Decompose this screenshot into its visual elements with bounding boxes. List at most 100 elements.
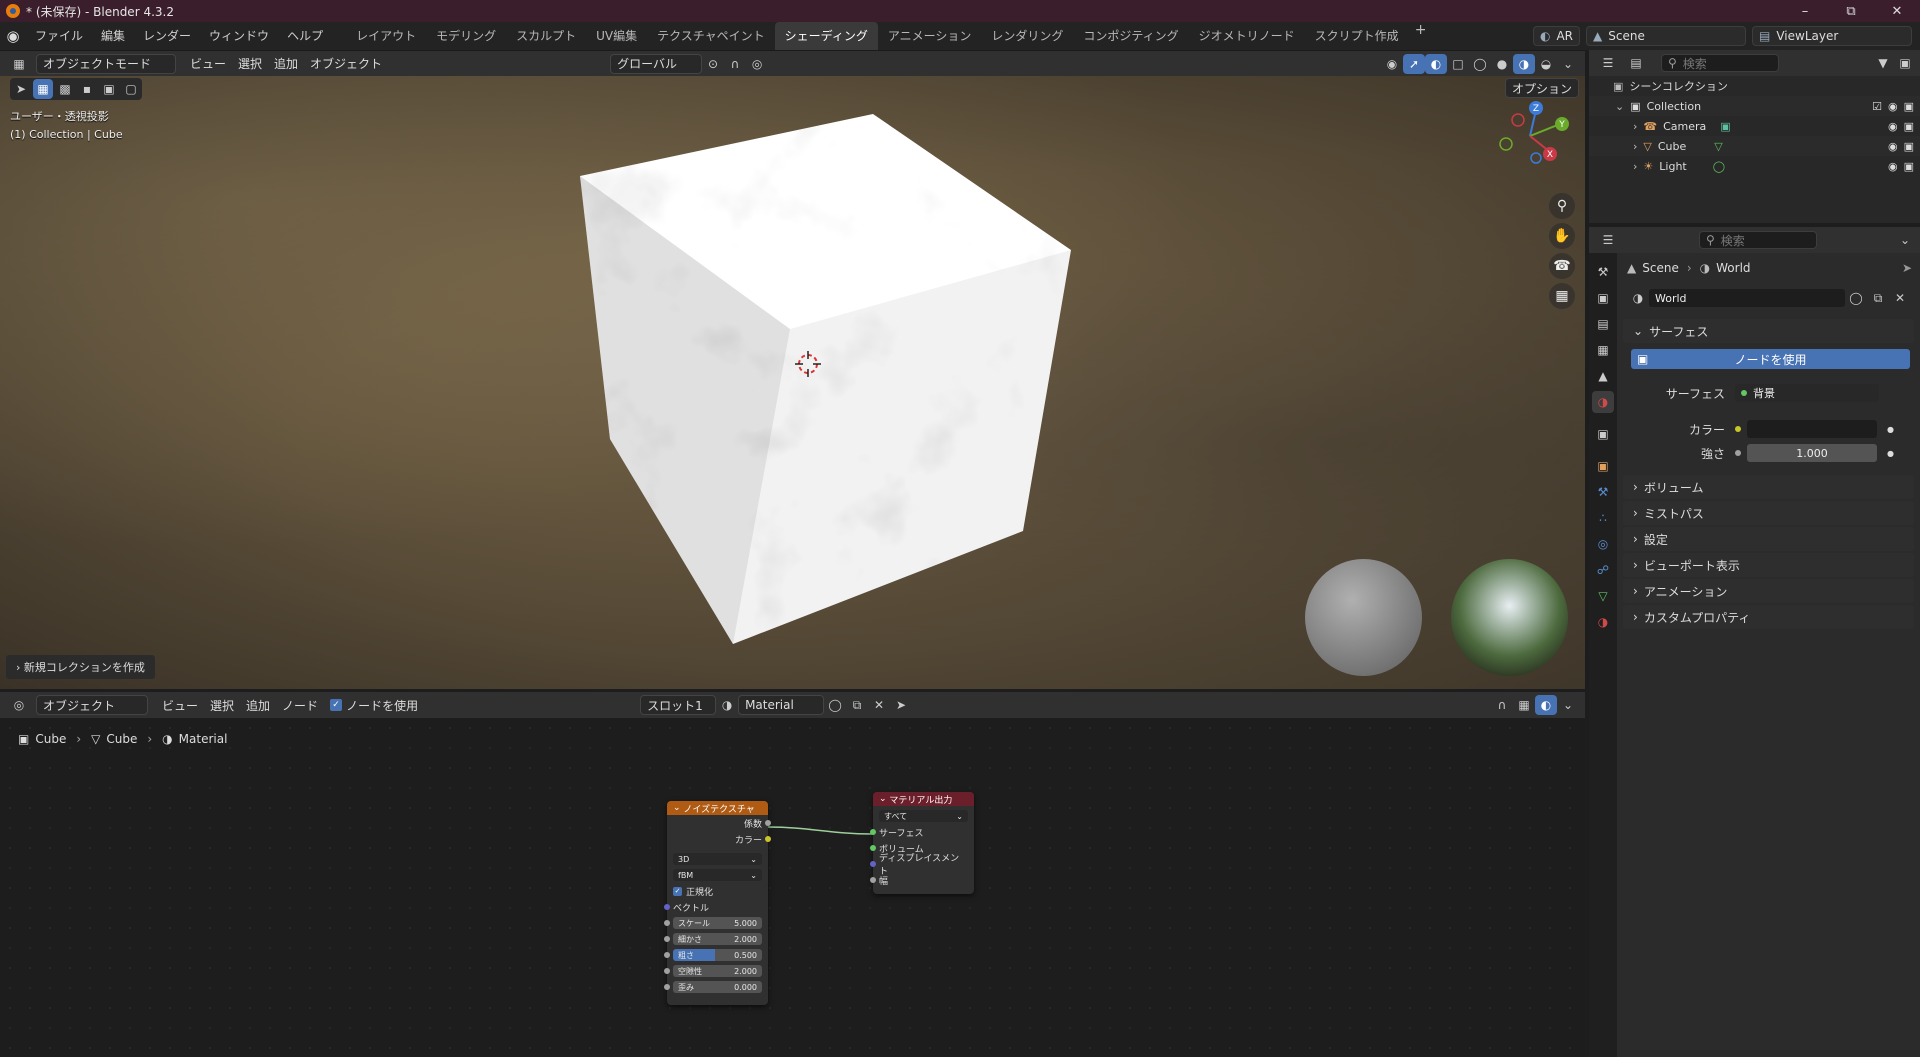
- output-target-dropdown[interactable]: すべて ⌄: [879, 810, 968, 822]
- world-tab-icon[interactable]: ◑: [1592, 391, 1614, 413]
- normalize-checkbox[interactable]: ✓ 正規化: [667, 883, 768, 899]
- lacunarity-field[interactable]: 空隙性 2.000: [673, 965, 762, 977]
- last-operation-panel[interactable]: › 新規コレクションを作成: [6, 655, 155, 679]
- distortion-field[interactable]: 歪み 0.000: [673, 981, 762, 993]
- menu-help[interactable]: ヘルプ: [278, 22, 332, 50]
- menu-edit[interactable]: 編集: [92, 22, 134, 50]
- solid-shading-icon[interactable]: ●: [1491, 54, 1513, 74]
- blender-menu-icon[interactable]: ◉: [0, 22, 26, 50]
- tab-texture-paint[interactable]: テクスチャペイント: [647, 22, 775, 50]
- tab-scripting[interactable]: スクリプト作成: [1305, 22, 1409, 50]
- use-nodes-button[interactable]: ▣ ノードを使用: [1631, 349, 1910, 369]
- custom-properties-panel-header[interactable]: › カスタムプロパティ: [1623, 605, 1914, 629]
- tab-shading[interactable]: シェーディング: [774, 22, 878, 50]
- collection-row[interactable]: ⌄ ▣ Collection ☑ ◉ ▣: [1589, 96, 1920, 116]
- duplicate-world-icon[interactable]: ⧉: [1867, 288, 1889, 308]
- use-nodes-checkbox[interactable]: ✓ ノードを使用: [324, 695, 424, 715]
- socket-factor[interactable]: [765, 820, 771, 826]
- settings-panel-header[interactable]: › 設定: [1623, 527, 1914, 551]
- scene-selector[interactable]: ▲ Scene: [1586, 26, 1746, 46]
- chevron-down-icon[interactable]: ⌄: [1894, 230, 1916, 250]
- properties-editor-icon[interactable]: ☰: [1597, 230, 1619, 250]
- node-overlay-icon[interactable]: ◐: [1535, 695, 1557, 715]
- output-node-header[interactable]: ⌄ マテリアル出力: [873, 792, 974, 806]
- world-name-field[interactable]: World: [1649, 289, 1845, 307]
- rendered-shading-icon[interactable]: ◒: [1535, 54, 1557, 74]
- outliner-item-cube[interactable]: › ▽ Cube ▽ ◉ ▣: [1589, 136, 1920, 156]
- eye-icon[interactable]: ◉: [1888, 160, 1898, 173]
- vp-menu-view[interactable]: ビュー: [184, 54, 232, 74]
- data-tab-icon[interactable]: ▽: [1592, 585, 1614, 607]
- tab-modeling[interactable]: モデリング: [426, 22, 506, 50]
- add-workspace-button[interactable]: +: [1409, 22, 1433, 50]
- keyframe-dot-icon[interactable]: ●: [1887, 449, 1894, 458]
- tab-layout[interactable]: レイアウト: [346, 22, 426, 50]
- overlay-toggle-icon[interactable]: ◐: [1425, 53, 1447, 74]
- ne-menu-view[interactable]: ビュー: [156, 695, 204, 715]
- eye-icon[interactable]: ◉: [1888, 100, 1898, 113]
- minimize-icon[interactable]: –: [1782, 0, 1828, 22]
- physics-tab-icon[interactable]: ◎: [1592, 533, 1614, 555]
- constraints-tab-icon[interactable]: ☍: [1592, 559, 1614, 581]
- vp-menu-object[interactable]: オブジェクト: [304, 54, 388, 74]
- viewlayer-selector[interactable]: ▤ ViewLayer: [1752, 26, 1912, 46]
- shader-type-dropdown[interactable]: オブジェクト: [36, 695, 148, 715]
- eye-icon[interactable]: ◉: [1888, 120, 1898, 133]
- material-output-node[interactable]: ⌄ マテリアル出力 すべて ⌄ サーフェス ボリューム ディスプレイスメント 幅: [870, 792, 974, 894]
- socket-vector[interactable]: [664, 904, 670, 910]
- material-name-field[interactable]: Material: [738, 695, 825, 715]
- camera-render-icon[interactable]: ▣: [1904, 140, 1914, 153]
- new-collection-icon[interactable]: ▣: [1894, 53, 1916, 73]
- node-overlay-options-icon[interactable]: ⌄: [1557, 695, 1579, 715]
- scene-collection-row[interactable]: ▣ シーンコレクション: [1589, 76, 1920, 96]
- tool-tab-icon[interactable]: ⚒: [1592, 261, 1614, 283]
- mode-dropdown[interactable]: オブジェクトモード: [36, 53, 176, 74]
- filter-icon[interactable]: ▼: [1872, 53, 1894, 73]
- zoom-icon[interactable]: ⚲: [1549, 193, 1575, 219]
- duplicate-material-icon[interactable]: ⧉: [846, 695, 868, 715]
- menu-window[interactable]: ウィンドウ: [200, 22, 278, 50]
- socket-roughness[interactable]: [664, 952, 670, 958]
- eye-icon[interactable]: ◉: [1888, 140, 1898, 153]
- ortho-grid-icon[interactable]: ▦: [1549, 283, 1575, 309]
- orientation-dropdown[interactable]: グローバル: [610, 53, 703, 74]
- vp-menu-add[interactable]: 追加: [268, 54, 304, 74]
- node-snap-target-icon[interactable]: ▦: [1513, 695, 1535, 715]
- camera-render-icon[interactable]: ▣: [1904, 100, 1914, 113]
- socket-lacunarity[interactable]: [664, 968, 670, 974]
- menu-file[interactable]: ファイル: [26, 22, 92, 50]
- output-tab-icon[interactable]: ▤: [1592, 313, 1614, 335]
- animation-panel-header[interactable]: › アニメーション: [1623, 579, 1914, 603]
- visibility-icon[interactable]: ◉: [1381, 54, 1403, 74]
- volume-panel-header[interactable]: › ボリューム: [1623, 475, 1914, 499]
- mist-pass-panel-header[interactable]: › ミストパス: [1623, 501, 1914, 525]
- object-tab-icon[interactable]: ▣: [1592, 455, 1614, 477]
- vp-menu-select[interactable]: 選択: [232, 54, 268, 74]
- tab-rendering[interactable]: レンダリング: [981, 22, 1073, 50]
- socket-scale[interactable]: [664, 920, 670, 926]
- view-layer-tab-icon[interactable]: ▦: [1592, 339, 1614, 361]
- properties-search-field[interactable]: ⚲ 検索: [1699, 231, 1817, 249]
- scene-tab-icon[interactable]: ▲: [1592, 365, 1614, 387]
- scale-field[interactable]: スケール 5.000: [673, 917, 762, 929]
- keyframe-dot-icon[interactable]: ●: [1887, 425, 1894, 434]
- pivot-icon[interactable]: ⊙: [702, 54, 724, 74]
- strength-socket-icon[interactable]: [1735, 450, 1741, 456]
- material-tab-icon[interactable]: ◑: [1592, 611, 1614, 633]
- camera-view-icon[interactable]: ☎: [1549, 253, 1575, 279]
- outliner-editor-icon[interactable]: ☰: [1597, 53, 1619, 73]
- strength-field[interactable]: 1.000: [1747, 444, 1877, 462]
- pan-hand-icon[interactable]: ✋: [1549, 223, 1575, 249]
- noise-node-header[interactable]: ⌄ ノイズテクスチャ: [667, 801, 768, 815]
- noise-type-dropdown[interactable]: fBM ⌄: [673, 869, 762, 881]
- 3d-viewport[interactable]: ➤ ▦ ▩ ▪ ▣ ▢ オプション ユーザー・透視投影 (1) Collecti…: [0, 76, 1585, 689]
- menu-render[interactable]: レンダー: [134, 22, 200, 50]
- ne-menu-select[interactable]: 選択: [204, 695, 240, 715]
- socket-distortion[interactable]: [664, 984, 670, 990]
- tab-sculpt[interactable]: スカルプト: [506, 22, 586, 50]
- ne-menu-node[interactable]: ノード: [276, 695, 324, 715]
- socket-displacement[interactable]: [870, 861, 876, 867]
- tab-animation[interactable]: アニメーション: [878, 22, 982, 50]
- pin-icon[interactable]: ➤: [890, 695, 912, 715]
- outliner-item-light[interactable]: › ☀ Light ◯ ◉ ▣: [1589, 156, 1920, 176]
